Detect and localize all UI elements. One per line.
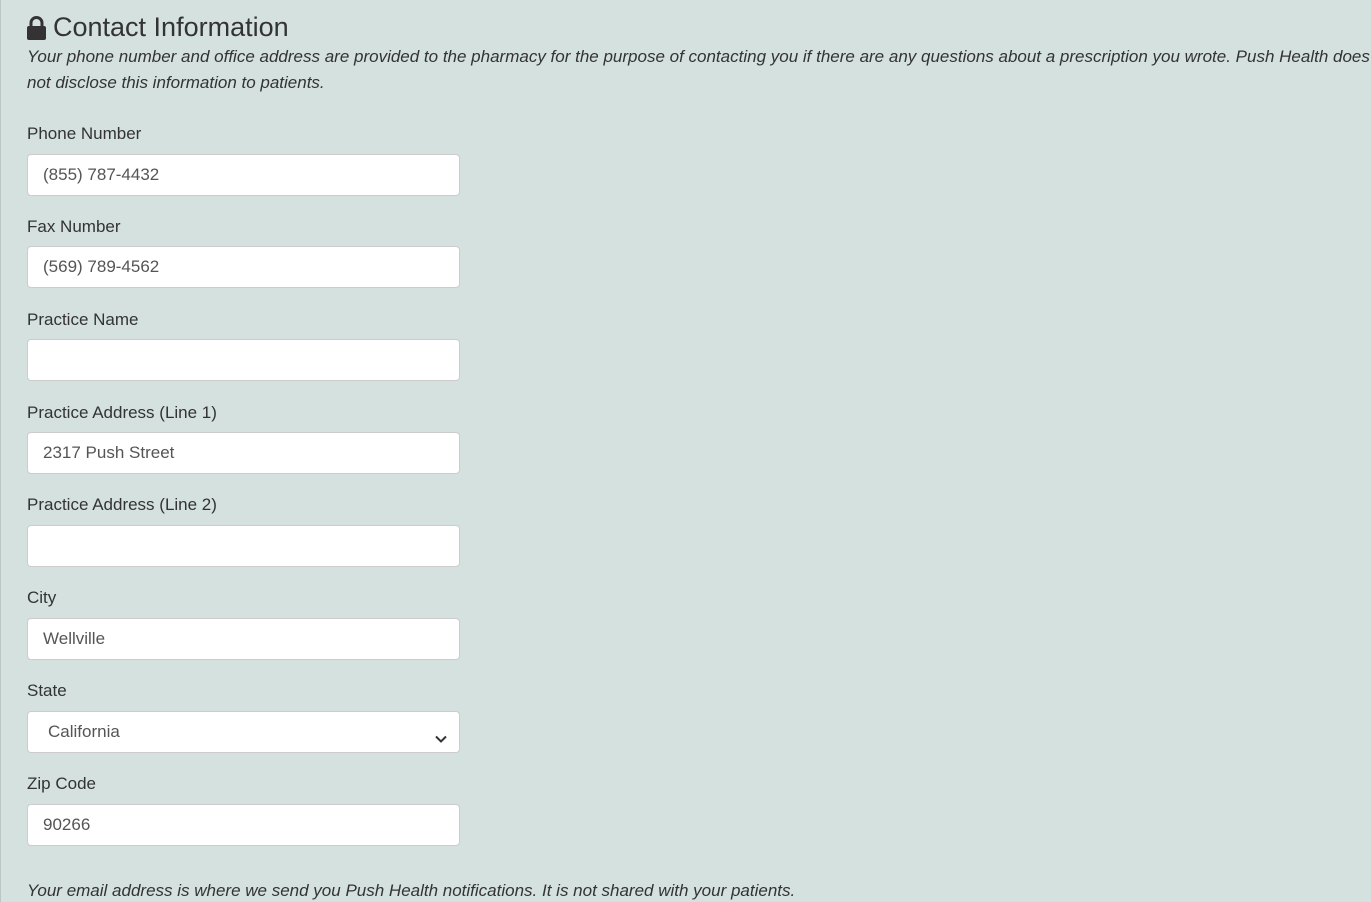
state-label: State <box>27 681 67 700</box>
fax-number-input[interactable] <box>27 246 460 288</box>
state-select[interactable]: California <box>27 711 460 753</box>
practice-name-label: Practice Name <box>27 310 139 329</box>
zip-code-input[interactable] <box>27 804 460 846</box>
practice-address-line1-label: Practice Address (Line 1) <box>27 403 217 422</box>
fax-number-label: Fax Number <box>27 217 121 236</box>
city-label: City <box>27 588 57 607</box>
contact-information-panel: Contact Information Your phone number an… <box>0 0 1371 902</box>
practice-name-input[interactable] <box>27 339 460 381</box>
practice-address-line2-input[interactable] <box>27 525 460 567</box>
city-input[interactable] <box>27 618 460 660</box>
section-heading: Contact Information <box>27 11 289 43</box>
section-intro: Your phone number and office address are… <box>27 47 1370 92</box>
state-selected-value: California <box>48 722 120 741</box>
practice-address-line1-input[interactable] <box>27 432 460 474</box>
email-note: Your email address is where we send you … <box>27 881 796 900</box>
zip-code-label: Zip Code <box>27 774 96 793</box>
practice-address-line2-label: Practice Address (Line 2) <box>27 495 217 514</box>
phone-number-label: Phone Number <box>27 124 142 143</box>
phone-number-input[interactable] <box>27 154 460 196</box>
lock-icon <box>27 15 46 40</box>
chevron-down-icon <box>435 728 447 743</box>
section-title: Contact Information <box>53 12 289 42</box>
